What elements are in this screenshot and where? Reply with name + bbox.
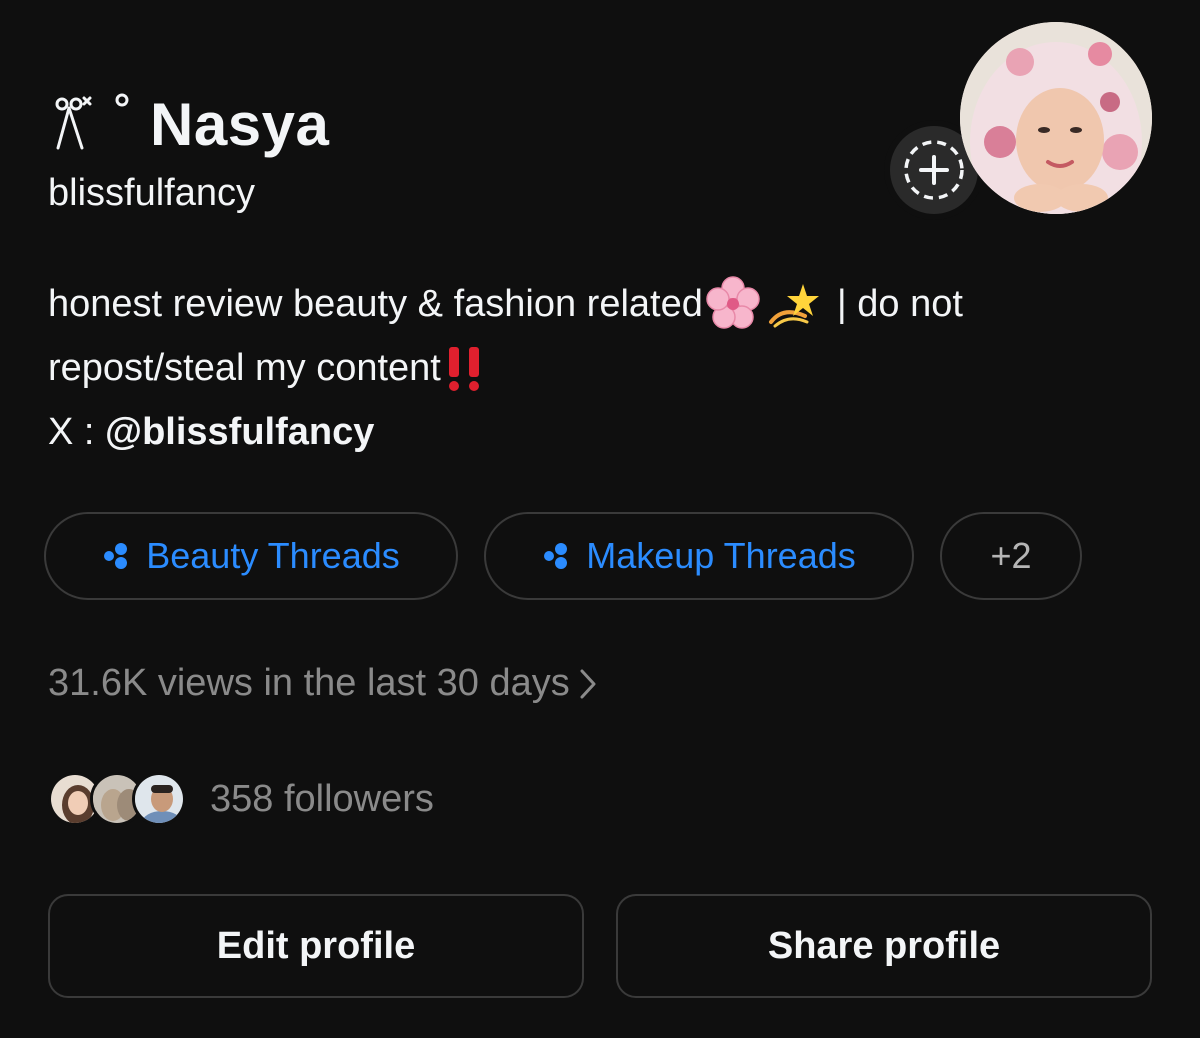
tag-makeup-threads[interactable]: Makeup Threads — [484, 512, 914, 600]
chevron-right-icon — [580, 669, 596, 698]
display-name: Nasya — [150, 91, 330, 158]
threads-tag-icon — [104, 543, 128, 569]
bio-text-1-suffix: | do not — [836, 283, 963, 325]
double-exclamation-emoji — [448, 347, 479, 391]
bio-text-1: honest review beauty & fashion related — [48, 283, 703, 325]
views-text: 31.6K views in the last 30 days — [48, 662, 570, 704]
tag-label: Makeup Threads — [586, 535, 856, 576]
cherry-blossom-emoji — [706, 276, 760, 329]
views-insight-link[interactable]: 31.6K views in the last 30 days — [48, 662, 598, 705]
bio-line-1: honest review beauty & fashion related |… — [48, 272, 1158, 336]
more-tags-label: +2 — [990, 535, 1032, 576]
bio: honest review beauty & fashion related |… — [48, 272, 1158, 464]
x-handle-link[interactable]: @blissfulfancy — [105, 400, 374, 464]
username: blissfulfancy — [48, 172, 255, 214]
edit-profile-button[interactable]: Edit profile — [48, 894, 584, 998]
more-tags-button[interactable]: +2 — [940, 512, 1082, 600]
dizzy-emoji — [768, 284, 819, 328]
threads-tag-icon — [544, 543, 568, 569]
avatar-photo — [960, 22, 1152, 214]
share-profile-button[interactable]: Share profile — [616, 894, 1152, 998]
tag-label: Beauty Threads — [146, 535, 400, 576]
bio-line-2: repost/steal my content — [48, 336, 1158, 400]
name-row: Nasya — [48, 92, 329, 158]
bio-text-2: repost/steal my content — [48, 347, 441, 389]
bio-text-3-prefix: X : — [48, 411, 106, 453]
follower-avatar — [132, 772, 186, 826]
bio-line-3: X : @blissfulfancy — [48, 400, 1158, 464]
followers-count: 358 followers — [210, 777, 434, 820]
profile-avatar[interactable] — [960, 22, 1152, 214]
tag-beauty-threads[interactable]: Beauty Threads — [44, 512, 458, 600]
story-add-icon — [904, 140, 964, 200]
followers-link[interactable]: 358 followers — [48, 770, 434, 828]
follower-avatars — [48, 770, 188, 828]
ribbon-ornament-icon — [55, 93, 129, 150]
